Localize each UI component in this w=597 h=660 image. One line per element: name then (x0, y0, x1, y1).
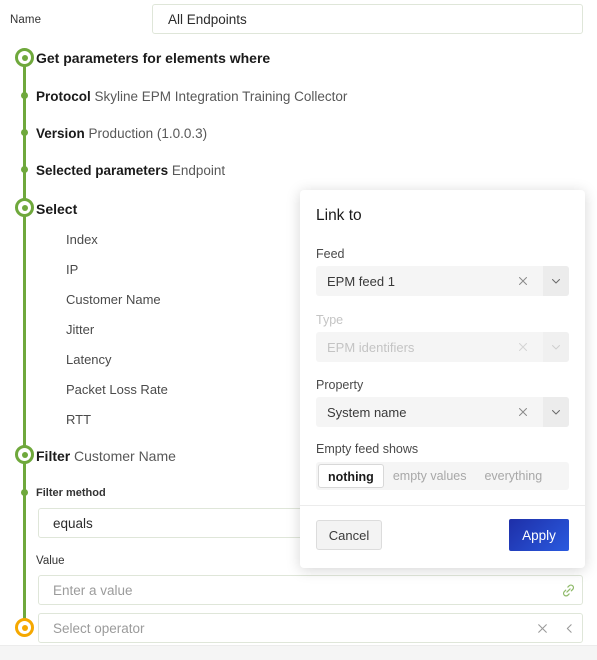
type-select: EPM identifiers (316, 332, 569, 362)
timeline-node-operator[interactable] (15, 618, 34, 637)
close-icon[interactable] (517, 275, 543, 287)
name-label: Name (10, 14, 42, 26)
step-protocol: Protocol Skyline EPM Integration Trainin… (36, 89, 347, 104)
node-core (21, 451, 28, 458)
node-core (21, 204, 28, 211)
property-value: System name (327, 404, 407, 420)
operator-input-text: Select operator (53, 620, 145, 636)
step-selected-parameters-value: Endpoint (171, 163, 226, 178)
operator-input[interactable]: Select operator (38, 613, 583, 643)
timeline-node-get-parameters[interactable] (15, 48, 34, 67)
list-item[interactable]: IP (66, 262, 78, 277)
value-input[interactable]: Enter a value (38, 575, 583, 605)
segment-everything[interactable]: everything (475, 464, 551, 488)
step-version-value: Production (1.0.0.3) (88, 126, 208, 141)
link-to-dialog: Link to Feed EPM feed 1 Type EPM identif… (300, 190, 585, 568)
timeline-node-filter[interactable] (15, 445, 34, 464)
link-icon[interactable] (561, 583, 576, 598)
value-input-text: Enter a value (53, 582, 133, 598)
list-item[interactable]: RTT (66, 412, 91, 427)
type-value: EPM identifiers (327, 339, 415, 355)
chevron-left-icon[interactable] (563, 622, 576, 635)
step-filter-label: Filter (36, 448, 71, 464)
value-input-icons (561, 576, 576, 604)
empty-feed-label: Empty feed shows (316, 442, 419, 456)
step-filter-value: Customer Name (74, 448, 176, 464)
step-filter: Filter Customer Name (36, 448, 176, 464)
feed-label: Feed (316, 247, 345, 261)
close-icon[interactable] (536, 622, 549, 635)
node-core (21, 624, 28, 631)
cancel-button[interactable]: Cancel (316, 520, 382, 550)
timeline-node-filter-method[interactable] (21, 489, 28, 496)
list-item[interactable]: Latency (66, 352, 112, 367)
name-row: Name All Endpoints (0, 0, 597, 40)
timeline-node-select[interactable] (15, 198, 34, 217)
list-item[interactable]: Jitter (66, 322, 94, 337)
name-input[interactable]: All Endpoints (152, 4, 583, 34)
segment-nothing[interactable]: nothing (318, 464, 384, 488)
filter-method-label: Filter method (36, 487, 106, 499)
step-get-parameters-label: Get parameters for elements where (36, 50, 271, 66)
chevron-down-icon[interactable] (543, 266, 569, 296)
feed-value: EPM feed 1 (327, 273, 395, 289)
value-label: Value (36, 555, 65, 567)
list-item[interactable]: Index (66, 232, 98, 247)
timeline-node-protocol[interactable] (21, 92, 28, 99)
timeline-node-selected-parameters[interactable] (21, 166, 28, 173)
timeline-node-version[interactable] (21, 129, 28, 136)
dialog-divider (300, 505, 585, 506)
step-selected-parameters-label: Selected parameters (36, 163, 169, 178)
type-label: Type (316, 313, 344, 327)
step-version: Version Production (1.0.0.3) (36, 126, 207, 141)
property-label: Property (316, 378, 364, 392)
operator-input-icons (536, 614, 576, 642)
step-version-label: Version (36, 126, 85, 141)
step-protocol-label: Protocol (36, 89, 91, 104)
chevron-down-icon (543, 332, 569, 362)
step-selected-parameters: Selected parameters Endpoint (36, 163, 225, 178)
list-item[interactable]: Customer Name (66, 292, 161, 307)
feed-select[interactable]: EPM feed 1 (316, 266, 569, 296)
footer (0, 646, 597, 660)
list-item[interactable]: Packet Loss Rate (66, 382, 168, 397)
property-select[interactable]: System name (316, 397, 569, 427)
segment-empty-values[interactable]: empty values (384, 464, 476, 488)
step-protocol-value: Skyline EPM Integration Training Collect… (94, 89, 348, 104)
apply-button[interactable]: Apply (509, 519, 569, 551)
dialog-title: Link to (316, 207, 362, 224)
empty-feed-segmented-control: nothing empty values everything (316, 462, 569, 490)
close-icon (517, 341, 543, 353)
chevron-down-icon[interactable] (543, 397, 569, 427)
timeline-track (23, 56, 26, 628)
node-core (21, 54, 28, 61)
close-icon[interactable] (517, 406, 543, 418)
step-select-label: Select (36, 201, 78, 217)
